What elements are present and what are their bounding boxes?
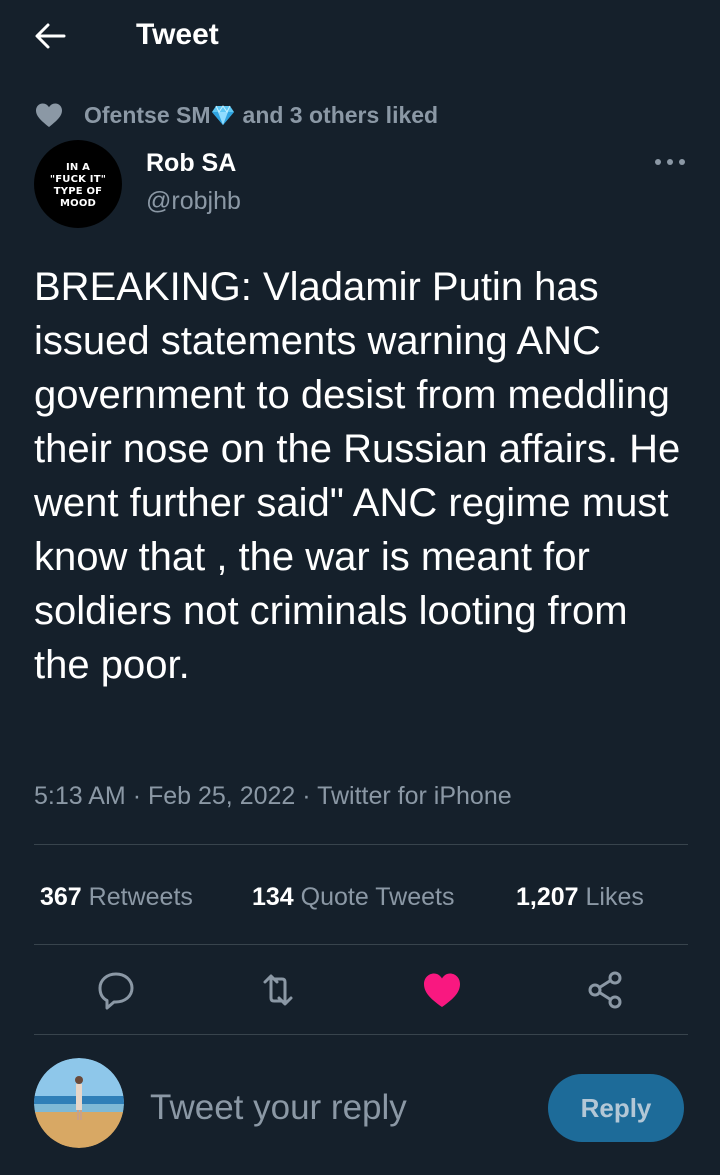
reply-input[interactable]: Tweet your reply xyxy=(150,1086,407,1130)
page-title: Tweet xyxy=(136,18,219,51)
liked-by-others: and 3 others liked xyxy=(242,101,439,128)
social-context[interactable]: Ofentse SM and 3 others liked xyxy=(34,98,438,132)
arrow-left-icon[interactable] xyxy=(30,16,70,56)
likes-stat[interactable]: 1,207 Likes xyxy=(516,880,644,914)
retweets-label: Retweets xyxy=(88,883,193,911)
liker-name: Ofentse SM xyxy=(84,101,211,128)
author-name[interactable]: Rob SA xyxy=(146,148,236,178)
tweet-meta: 5:13 AM · Feb 25, 2022 · Twitter for iPh… xyxy=(34,780,512,812)
retweets-count: 367 xyxy=(40,883,82,911)
quotes-count: 134 xyxy=(252,883,294,911)
quotes-stat[interactable]: 134 Quote Tweets xyxy=(252,880,454,914)
likes-count: 1,207 xyxy=(516,883,579,911)
likes-label: Likes xyxy=(585,883,644,911)
heart-icon xyxy=(36,103,62,127)
retweets-stat[interactable]: 367 Retweets xyxy=(40,880,193,914)
tweet-date[interactable]: Feb 25, 2022 xyxy=(148,782,295,810)
quotes-label: Quote Tweets xyxy=(300,883,455,911)
tweet-source[interactable]: Twitter for iPhone xyxy=(317,782,512,810)
divider xyxy=(34,1034,688,1035)
retweet-icon[interactable] xyxy=(256,968,300,1012)
reply-button[interactable]: Reply xyxy=(548,1074,684,1142)
more-options-icon[interactable] xyxy=(650,152,690,172)
avatar-text: IN A "FUCK IT" TYPE OF MOOD xyxy=(49,162,107,209)
top-bar: Tweet xyxy=(0,0,720,70)
tweet-text: BREAKING: Vladamir Putin has issued stat… xyxy=(34,265,681,687)
diamond-icon xyxy=(211,105,234,125)
like-icon[interactable] xyxy=(420,968,464,1012)
tweet-time: 5:13 AM xyxy=(34,782,126,810)
share-icon[interactable] xyxy=(584,968,628,1012)
divider xyxy=(34,844,688,845)
divider xyxy=(34,944,688,945)
reply-icon[interactable] xyxy=(94,968,138,1012)
author-avatar[interactable]: IN A "FUCK IT" TYPE OF MOOD xyxy=(34,140,122,228)
author-handle[interactable]: @robjhb xyxy=(146,186,241,216)
user-avatar[interactable] xyxy=(34,1058,124,1148)
meta-separator: · xyxy=(132,782,142,810)
meta-separator: · xyxy=(302,782,311,810)
